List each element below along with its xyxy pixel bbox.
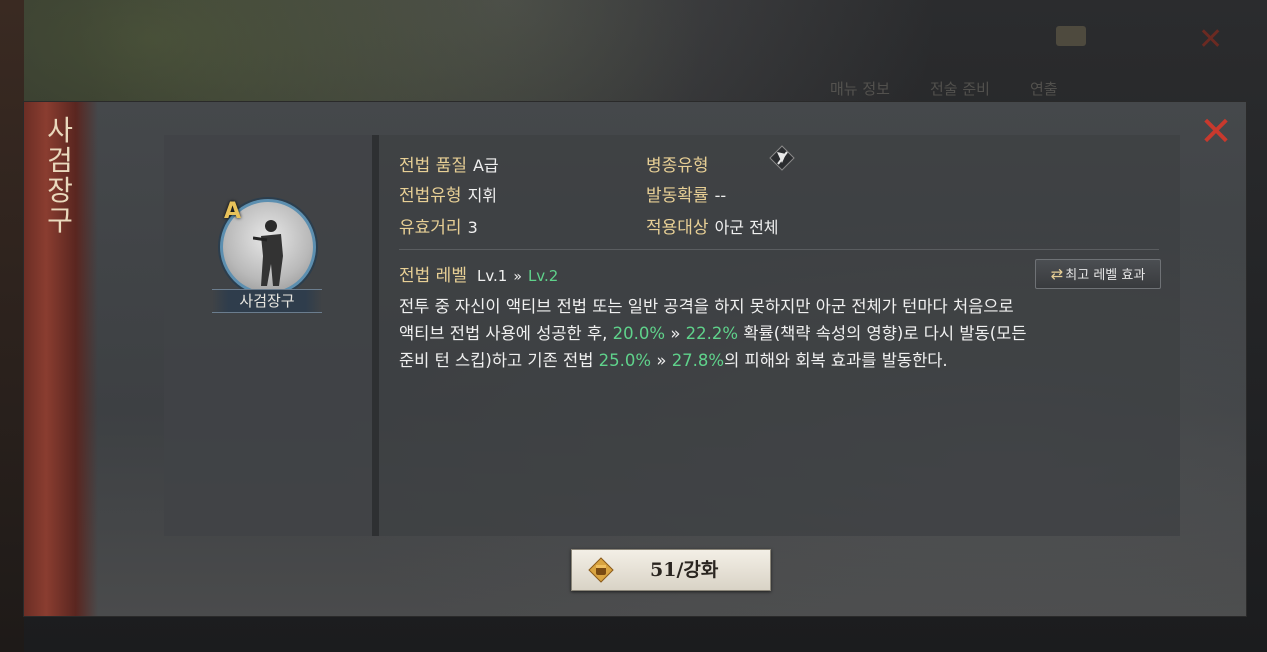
desc-value-next: 22.2% <box>685 324 739 343</box>
background-resource-icon <box>1056 26 1086 46</box>
desc-value-current: 25.0% <box>598 351 652 370</box>
attr-quality-label: 전법 품질 <box>399 156 467 176</box>
portrait-panel: A 사검장구 <box>164 135 372 536</box>
attr-troop-label: 병종유형 <box>646 156 709 176</box>
panel-divider <box>372 135 379 536</box>
attr-trigger-label: 발동확률 <box>646 186 709 206</box>
close-icon: ✕ <box>1199 109 1233 155</box>
attr-trigger: 발동확률 -- <box>646 181 726 206</box>
level-label: 전법 레벨 <box>399 266 467 286</box>
swordsman-figure-icon <box>253 220 283 286</box>
background-close-icon: ✕ <box>1198 22 1224 57</box>
attr-troop: 병종유형 <box>646 151 709 176</box>
tactic-level: 전법 레벨 Lv.1 » Lv.2 <box>399 261 558 286</box>
enhance-label: 51/강화 <box>650 559 719 581</box>
desc-arrow: » <box>656 351 667 370</box>
level-arrow: » <box>513 269 522 285</box>
max-level-effect-label: 최고 레벨 효과 <box>1065 268 1146 283</box>
info-panel: 전법 품질 A급 전법유형 지휘 유효거리 3 병종유형 발동확률 -- 적용대상 아군 … <box>379 135 1180 536</box>
attr-target-label: 적용대상 <box>646 218 709 238</box>
attr-target: 적용대상 아군 전체 <box>646 213 779 238</box>
close-button[interactable]: ✕ <box>1196 112 1236 152</box>
section-divider <box>399 249 1159 250</box>
background-tab: 매뉴 정보 <box>830 80 890 98</box>
level-next: Lv.2 <box>527 267 559 285</box>
grade-badge: A <box>224 199 242 224</box>
attr-range-label: 유효거리 <box>399 218 462 238</box>
fist-icon <box>588 557 614 583</box>
tactic-detail-dialog: 사검장구 ✕ A 사검장구 전법 품질 A급 전법유형 지휘 유효거리 3 병종유형 <box>24 102 1246 616</box>
background-tab: 연출 <box>1029 80 1058 98</box>
attr-type-value: 지휘 <box>467 186 498 205</box>
desc-value-next: 27.8% <box>671 351 725 370</box>
attr-quality-value: A급 <box>472 156 499 175</box>
desc-arrow: » <box>670 324 681 343</box>
portrait-name: 사검장구 <box>212 289 322 313</box>
tactic-description: 전투 중 자신이 액티브 전법 또는 일반 공격을 하지 못하지만 아군 전체가… <box>399 293 1169 374</box>
max-level-effect-button[interactable]: ⇄ 최고 레벨 효과 <box>1035 259 1161 289</box>
dialog-title: 사검장구 <box>47 114 73 237</box>
attr-type: 전법유형 지휘 <box>399 181 497 206</box>
attr-quality: 전법 품질 A급 <box>399 151 499 176</box>
attr-type-label: 전법유형 <box>399 186 462 206</box>
desc-text: 확률(책략 속성의 영향)로 다시 발동(모든 <box>738 324 1027 343</box>
background-tabs: 매뉴 정보 전술 준비 연출 <box>830 78 1230 102</box>
attr-target-value: 아군 전체 <box>714 218 779 237</box>
enhance-button[interactable]: 51/강화 <box>571 549 771 591</box>
level-current: Lv.1 <box>476 267 508 285</box>
background-tab: 전술 준비 <box>929 80 990 98</box>
desc-text: 준비 턴 스킵)하고 기존 전법 <box>399 351 599 370</box>
background-left-strip <box>0 0 24 652</box>
desc-text: 의 피해와 회복 효과를 발동한다. <box>724 351 948 370</box>
attr-trigger-value: -- <box>714 186 727 205</box>
desc-value-current: 20.0% <box>612 324 666 343</box>
title-banner: 사검장구 <box>24 102 98 616</box>
desc-line-1: 전투 중 자신이 액티브 전법 또는 일반 공격을 하지 못하지만 아군 전체가… <box>399 297 1014 316</box>
swap-icon: ⇄ <box>1050 265 1064 283</box>
troop-type-icon <box>769 145 795 171</box>
desc-text: 액티브 전법 사용에 성공한 후, <box>399 324 613 343</box>
attr-range: 유효거리 3 <box>399 213 478 238</box>
attr-range-value: 3 <box>467 218 478 237</box>
